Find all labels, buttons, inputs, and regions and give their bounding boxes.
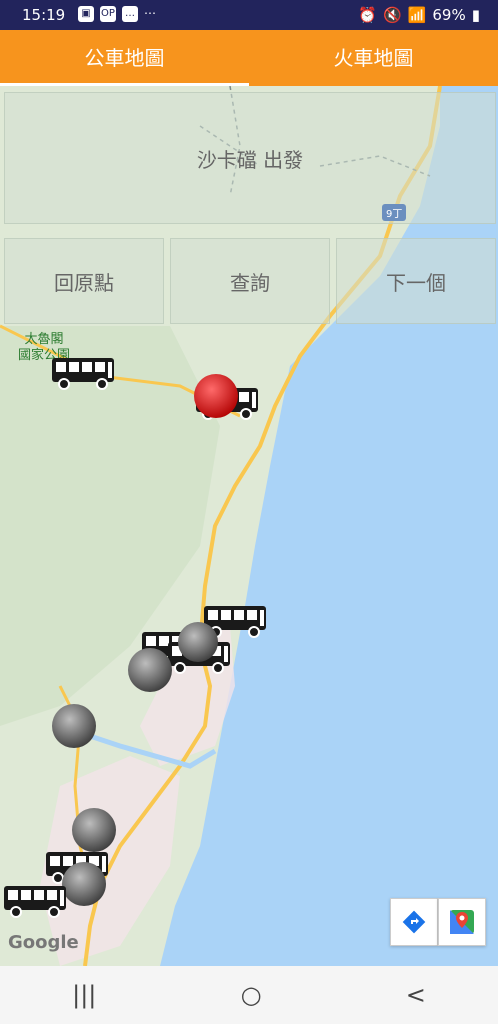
home-button[interactable]: ○ [241, 981, 262, 1009]
directions-icon [402, 910, 426, 934]
status-left-icons: ▣ OP … ⋯ [78, 6, 156, 22]
status-right: ⏰ 🔇 📶 69% ▮ [358, 6, 480, 24]
alarm-icon: ⏰ [358, 6, 378, 24]
open-google-maps-button[interactable] [438, 898, 486, 946]
op-icon: OP [100, 6, 116, 22]
bus-marker [51, 357, 115, 390]
status-time: 15:19 [22, 6, 66, 24]
tab-bar: 公車地圖 火車地圖 [0, 30, 498, 86]
recents-button[interactable]: ||| [72, 981, 96, 1009]
battery-percent: 69% [432, 6, 466, 24]
stop-marker [128, 648, 172, 692]
stop-marker [52, 704, 96, 748]
marker-layer [3, 357, 267, 918]
gallery-icon: ▣ [78, 6, 94, 22]
tab-train-map[interactable]: 火車地圖 [249, 30, 498, 86]
wifi-icon: 📶 [407, 6, 427, 24]
directions-button[interactable] [390, 898, 438, 946]
back-button[interactable]: < [406, 981, 426, 1009]
mute-icon: 🔇 [383, 6, 402, 24]
tab-bus-map[interactable]: 公車地圖 [0, 30, 249, 86]
google-logo: Google [8, 932, 79, 953]
system-nav-bar: ||| ○ < [0, 966, 498, 1024]
stop-marker [72, 808, 116, 852]
bus-marker [3, 885, 67, 918]
more-dots-icon: ⋯ [144, 6, 156, 20]
stop-marker [178, 622, 218, 662]
chat-icon: … [122, 6, 138, 22]
stop-marker [62, 862, 106, 906]
battery-icon: ▮ [471, 6, 480, 24]
status-bar: 15:19 ▣ OP … ⋯ ⏰ 🔇 📶 69% ▮ [0, 0, 498, 30]
selected-stop-marker [194, 374, 238, 418]
map-view[interactable]: 沙卡礑 出發 回原點 查詢 下一個 太魯閣 國家公園 9丁 Google [0, 86, 498, 966]
google-maps-icon [450, 910, 474, 934]
